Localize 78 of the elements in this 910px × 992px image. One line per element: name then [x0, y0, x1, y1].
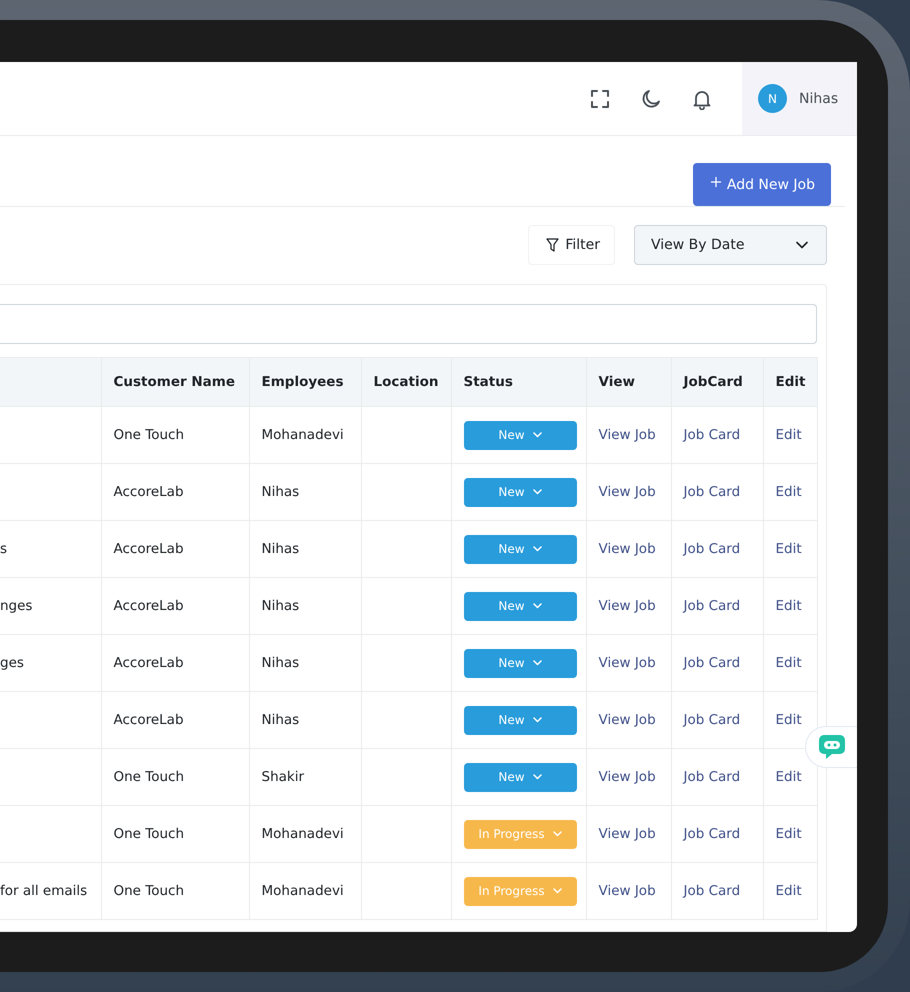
table-cell: AccoreLab [101, 578, 249, 634]
user-name: Nihas [799, 90, 838, 106]
table-cell: Mohanadevi [249, 806, 361, 862]
view-job-link[interactable]: View Job [598, 769, 656, 785]
edit-link[interactable]: Edit [776, 484, 802, 500]
table-cell: ges [0, 655, 24, 671]
table-cell: AccoreLab [101, 464, 249, 520]
chevron-down-icon [532, 546, 542, 552]
chevron-down-icon [532, 660, 542, 666]
view-job-link[interactable]: View Job [598, 598, 656, 614]
chevron-down-icon [532, 717, 542, 723]
column-header: Employees [249, 358, 361, 406]
edit-link[interactable]: Edit [776, 541, 802, 557]
add-new-job-button[interactable]: Add New Job [692, 163, 831, 206]
fullscreen-icon[interactable] [589, 88, 611, 110]
moon-icon[interactable] [640, 88, 662, 110]
chevron-down-icon [552, 888, 562, 894]
view-job-link[interactable]: View Job [598, 541, 656, 557]
view-job-link[interactable]: View Job [598, 712, 656, 728]
job-card-link[interactable]: Job Card [684, 427, 740, 443]
funnel-icon [546, 238, 560, 252]
view-job-link[interactable]: View Job [598, 427, 656, 443]
edit-link[interactable]: Edit [776, 883, 802, 899]
job-card-link[interactable]: Job Card [684, 598, 740, 614]
edit-link[interactable]: Edit [776, 712, 802, 728]
table-cell: Mohanadevi [249, 406, 361, 464]
table-cell: Nihas [249, 578, 361, 634]
edit-link[interactable]: Edit [776, 427, 802, 443]
column-header: Edit [763, 358, 817, 406]
view-job-link[interactable]: View Job [598, 826, 656, 842]
filter-button[interactable]: Filter [528, 225, 615, 265]
job-card-link[interactable]: Job Card [684, 541, 740, 557]
table-cell: One Touch [101, 862, 249, 920]
job-card-link[interactable]: Job Card [684, 883, 740, 899]
edit-link[interactable]: Edit [776, 598, 802, 614]
table-cell: One Touch [101, 748, 249, 806]
table-cell: Nihas [249, 520, 361, 578]
chevron-down-icon [796, 241, 808, 249]
job-card-link[interactable]: Job Card [684, 712, 740, 728]
edit-link[interactable]: Edit [776, 769, 802, 785]
column-header: View [586, 358, 671, 406]
edit-link[interactable]: Edit [776, 826, 802, 842]
plus-icon [710, 176, 721, 186]
view-job-link[interactable]: View Job [598, 883, 656, 899]
user-menu[interactable]: N Nihas [742, 62, 857, 135]
table-cell: Nihas [249, 692, 361, 748]
job-card-link[interactable]: Job Card [684, 655, 740, 671]
table-cell: AccoreLab [101, 520, 249, 578]
table-cell: Shakir [249, 748, 361, 806]
table-cell: One Touch [101, 406, 249, 464]
view-by-date-dropdown[interactable]: View By Date [634, 225, 827, 265]
chevron-down-icon [532, 603, 542, 609]
job-card-link[interactable]: Job Card [684, 769, 740, 785]
table-cell: AccoreLab [101, 692, 249, 748]
table-cell: for all emails [0, 883, 88, 899]
edit-link[interactable]: Edit [776, 655, 802, 671]
table-cell: nges [0, 598, 32, 614]
column-header: Location [361, 358, 451, 406]
column-header: Customer Name [101, 358, 249, 406]
table-cell: s [0, 541, 8, 557]
table-cell: One Touch [101, 806, 249, 862]
search-field[interactable] [0, 304, 817, 344]
table-cell: Mohanadevi [249, 862, 361, 920]
column-header: JobCard [671, 358, 763, 406]
table-cell: Nihas [249, 634, 361, 692]
job-card-link[interactable]: Job Card [684, 484, 740, 500]
chat-bubble-icon [818, 734, 846, 760]
column-header: Status [451, 358, 586, 406]
chevron-down-icon [532, 774, 542, 780]
view-job-link[interactable]: View Job [598, 484, 656, 500]
view-job-link[interactable]: View Job [598, 655, 656, 671]
avatar: N [758, 84, 787, 113]
chevron-down-icon [532, 432, 542, 438]
table-cell: Nihas [249, 464, 361, 520]
table-cell: AccoreLab [101, 634, 249, 692]
chevron-down-icon [532, 489, 542, 495]
job-card-link[interactable]: Job Card [684, 826, 740, 842]
chevron-down-icon [552, 831, 562, 837]
